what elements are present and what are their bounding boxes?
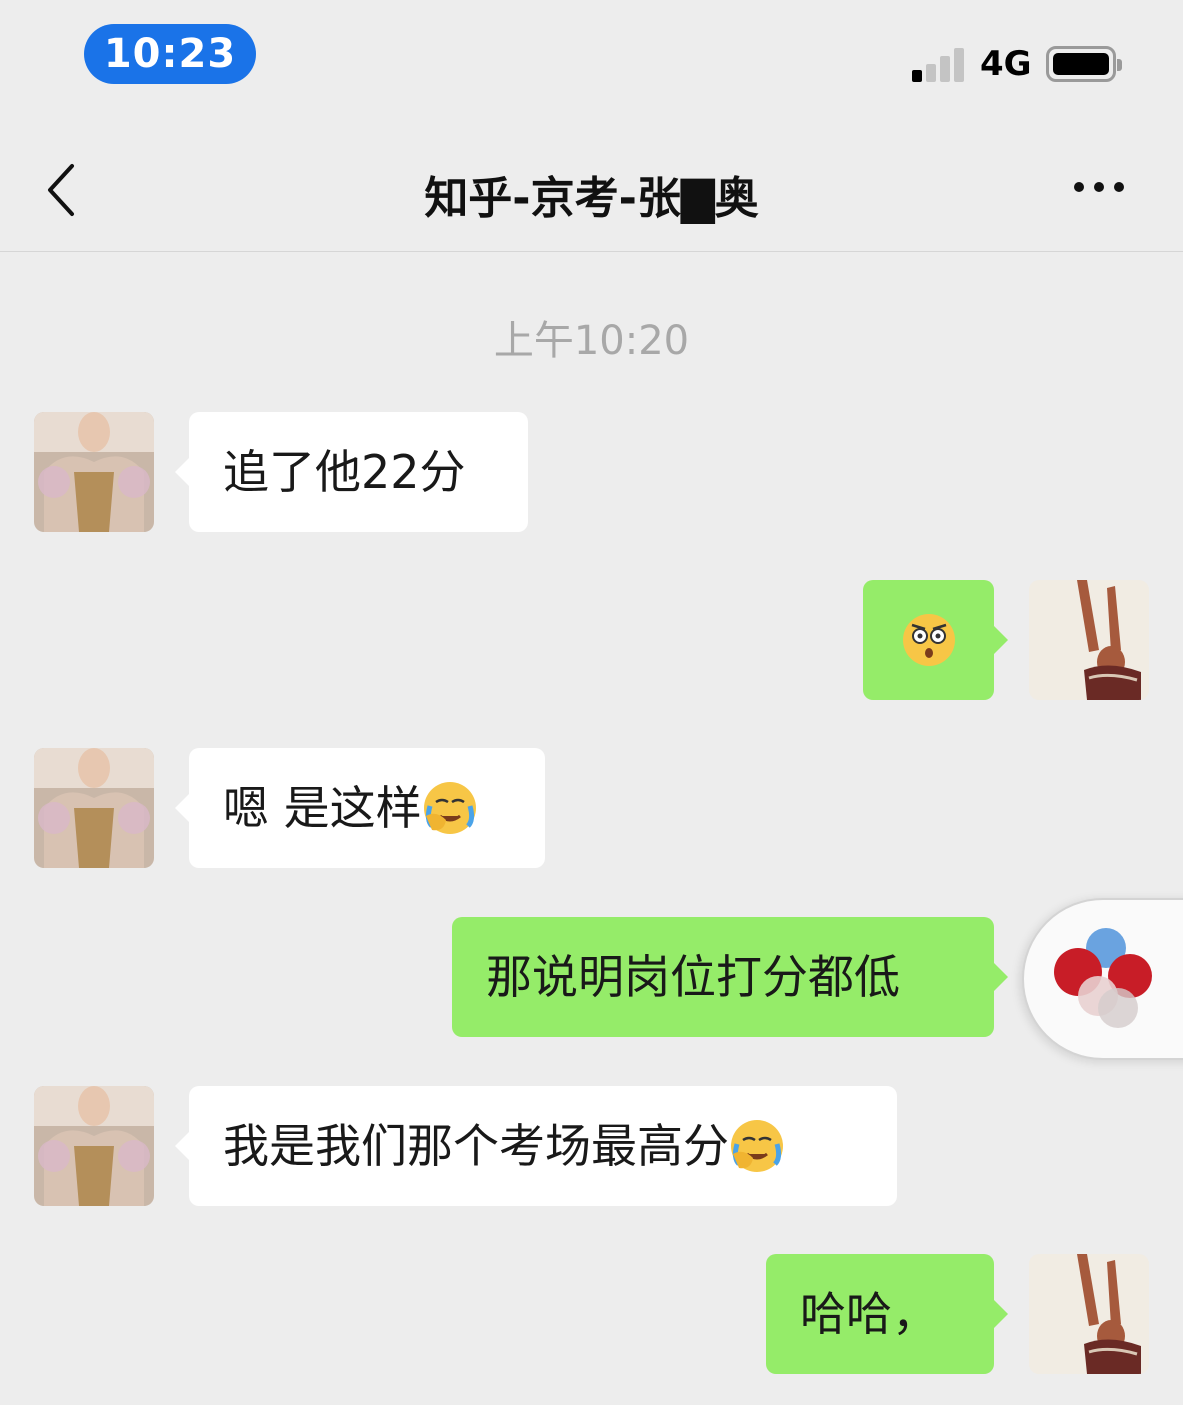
chat-title: 知乎-京考-张▇奥 (424, 173, 759, 224)
contact-avatar[interactable] (34, 1086, 154, 1206)
contact-avatar[interactable] (34, 412, 154, 532)
status-bar: 10:23 4G (0, 0, 1183, 120)
message-text: 追了他22分 (223, 445, 466, 499)
chat-header: 知乎-京考-张▇奥 (0, 120, 1183, 252)
more-dots-icon (1074, 182, 1084, 192)
outgoing-message-bubble[interactable] (863, 580, 1008, 700)
incoming-message-bubble[interactable]: 追了他22分 (175, 412, 528, 532)
status-time[interactable]: 10:23 (84, 24, 256, 84)
more-options-button[interactable] (1074, 176, 1134, 200)
shocked-face-emoji (901, 612, 957, 668)
battery-icon (1046, 46, 1122, 82)
cellular-signal-icon (912, 46, 966, 82)
my-avatar[interactable] (1029, 580, 1149, 700)
my-avatar-image (1029, 580, 1149, 700)
floating-assistant-button[interactable] (1022, 898, 1183, 1060)
message-text: 那说明岗位打分都低 (486, 950, 900, 1004)
network-type: 4G (980, 44, 1032, 84)
outgoing-message-bubble[interactable]: 哈哈， (766, 1254, 1008, 1374)
incoming-message-bubble[interactable]: 我是我们那个考场最高分 (175, 1086, 897, 1206)
message-text: 哈哈， (800, 1287, 938, 1341)
facepalm-tears-emoji (422, 780, 478, 836)
my-avatar[interactable] (1029, 1254, 1149, 1374)
facepalm-tears-emoji (729, 1118, 785, 1174)
contact-avatar-image (34, 412, 154, 532)
message-timestamp: 上午10:20 (493, 318, 690, 364)
red-blue-circles-icon (1054, 928, 1152, 1028)
message-text: 嗯 是这样 (223, 781, 422, 835)
contact-avatar[interactable] (34, 748, 154, 868)
incoming-message-bubble[interactable]: 嗯 是这样 (175, 748, 545, 868)
message-text: 我是我们那个考场最高分 (223, 1119, 729, 1173)
outgoing-message-bubble[interactable]: 那说明岗位打分都低 (452, 917, 1008, 1037)
